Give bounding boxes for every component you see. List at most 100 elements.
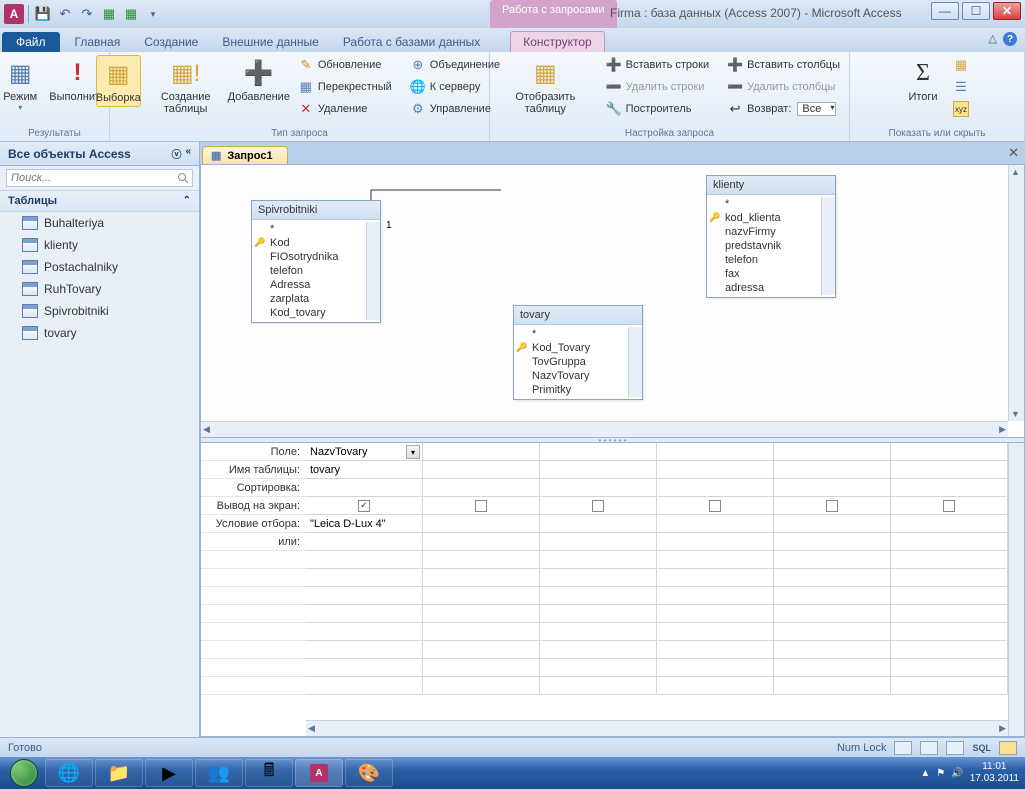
view-sql-icon[interactable]: SQL bbox=[972, 743, 991, 753]
select-query-button[interactable]: ▦Выборка bbox=[96, 55, 141, 107]
deletecols-button[interactable]: ➖Удалить столбцы bbox=[724, 77, 843, 97]
grid-cell[interactable] bbox=[540, 515, 657, 532]
grid-cell[interactable] bbox=[306, 641, 423, 658]
grid-cell[interactable] bbox=[306, 587, 423, 604]
show-checkbox[interactable]: ✓ bbox=[358, 500, 370, 512]
grid-cell[interactable] bbox=[423, 461, 540, 478]
ddl-button[interactable]: ⚙Управление bbox=[407, 99, 503, 119]
qat-more-icon[interactable]: ▾ bbox=[143, 4, 163, 24]
grid-cell[interactable] bbox=[540, 605, 657, 622]
grid-cell[interactable] bbox=[423, 533, 540, 550]
nav-item[interactable]: RuhTovary bbox=[0, 278, 199, 300]
search-input[interactable] bbox=[6, 169, 193, 187]
grid-cell[interactable] bbox=[657, 569, 774, 586]
grid-cell[interactable] bbox=[774, 497, 891, 514]
field-item[interactable]: * bbox=[514, 327, 628, 341]
view-design-icon[interactable] bbox=[999, 741, 1017, 755]
task-calc[interactable]: 🖩 bbox=[245, 759, 293, 787]
grid-cell[interactable] bbox=[423, 605, 540, 622]
tray-vol-icon[interactable]: 🔊 bbox=[951, 768, 963, 779]
nav-collapse-icon[interactable]: « bbox=[185, 146, 191, 161]
grid-cell[interactable] bbox=[423, 551, 540, 568]
minimize-button[interactable]: — bbox=[931, 2, 959, 20]
tab-home[interactable]: Главная bbox=[63, 32, 133, 52]
passthrough-button[interactable]: 🌐К серверу bbox=[407, 77, 503, 97]
maximize-button[interactable]: ☐ bbox=[962, 2, 990, 20]
qgrid-hscroll[interactable]: ◀▶ bbox=[306, 720, 1008, 736]
grid-cell[interactable] bbox=[306, 659, 423, 676]
nav-category-tables[interactable]: Таблицы⌃ bbox=[0, 191, 199, 212]
qat-redo-icon[interactable]: ↷ bbox=[77, 4, 97, 24]
nav-search[interactable] bbox=[0, 166, 199, 191]
grid-cell[interactable] bbox=[540, 569, 657, 586]
grid-cell[interactable] bbox=[774, 605, 891, 622]
grid-cell[interactable] bbox=[657, 587, 774, 604]
help-icon[interactable]: ? bbox=[1003, 32, 1017, 46]
minimize-ribbon-icon[interactable]: △ bbox=[989, 32, 997, 46]
show-checkbox[interactable] bbox=[475, 500, 487, 512]
field-item[interactable]: zarplata bbox=[252, 292, 366, 306]
table-box-tovary[interactable]: tovary *Kod_TovaryTovGruppaNazvTovaryPri… bbox=[513, 305, 643, 400]
grid-cell[interactable] bbox=[774, 533, 891, 550]
grid-cell[interactable] bbox=[657, 515, 774, 532]
field-item[interactable]: nazvFirmy bbox=[707, 225, 821, 239]
grid-cell[interactable] bbox=[657, 659, 774, 676]
grid-cell[interactable]: "Leica D-Lux 4" bbox=[306, 515, 423, 532]
maketable-button[interactable]: ▦!Создание таблицы bbox=[145, 55, 227, 117]
grid-cell[interactable] bbox=[423, 515, 540, 532]
grid-cell[interactable] bbox=[891, 569, 1008, 586]
grid-cell[interactable] bbox=[423, 569, 540, 586]
field-item[interactable]: telefon bbox=[252, 264, 366, 278]
task-ie[interactable]: 🌐 bbox=[45, 759, 93, 787]
grid-cell[interactable] bbox=[774, 551, 891, 568]
field-item[interactable]: kod_klienta bbox=[707, 211, 821, 225]
field-item[interactable]: Primitky bbox=[514, 383, 628, 397]
grid-cell[interactable] bbox=[423, 623, 540, 640]
grid-cell[interactable] bbox=[540, 461, 657, 478]
grid-cell[interactable] bbox=[540, 551, 657, 568]
grid-cell[interactable] bbox=[306, 677, 423, 694]
grid-cell[interactable] bbox=[423, 677, 540, 694]
qat-save-icon[interactable]: 💾 bbox=[33, 4, 53, 24]
delete-button[interactable]: ✕Удаление bbox=[295, 99, 395, 119]
insertrows-button[interactable]: ➕Вставить строки bbox=[603, 55, 712, 75]
grid-cell[interactable] bbox=[540, 677, 657, 694]
nav-header[interactable]: Все объекты Access ⓥ« bbox=[0, 142, 199, 166]
grid-cell[interactable] bbox=[657, 479, 774, 496]
grid-cell[interactable] bbox=[306, 569, 423, 586]
nav-item[interactable]: Spivrobitniki bbox=[0, 300, 199, 322]
qat-undo-icon[interactable]: ↶ bbox=[55, 4, 75, 24]
update-button[interactable]: ✎Обновление bbox=[295, 55, 395, 75]
grid-cell[interactable] bbox=[540, 587, 657, 604]
grid-cell[interactable] bbox=[891, 479, 1008, 496]
grid-cell[interactable] bbox=[423, 641, 540, 658]
grid-cell[interactable] bbox=[306, 479, 423, 496]
params-button[interactable]: ▦ bbox=[950, 55, 972, 75]
grid-cell[interactable] bbox=[423, 443, 540, 460]
grid-cell[interactable] bbox=[774, 659, 891, 676]
qat-btn4-icon[interactable]: ▦ bbox=[99, 4, 119, 24]
grid-cell[interactable] bbox=[891, 623, 1008, 640]
totals-button[interactable]: ΣИтоги bbox=[902, 55, 944, 105]
grid-cell[interactable] bbox=[306, 551, 423, 568]
crosstab-button[interactable]: ▦Перекрестный bbox=[295, 77, 395, 97]
qat-btn5-icon[interactable]: ▦ bbox=[121, 4, 141, 24]
grid-cell[interactable] bbox=[540, 479, 657, 496]
show-checkbox[interactable] bbox=[709, 500, 721, 512]
nav-item[interactable]: Buhalteriya bbox=[0, 212, 199, 234]
grid-cell[interactable] bbox=[891, 641, 1008, 658]
union-button[interactable]: ⊕Объединение bbox=[407, 55, 503, 75]
nav-item[interactable]: Postachalniky bbox=[0, 256, 199, 278]
grid-cell[interactable] bbox=[891, 497, 1008, 514]
grid-cell[interactable] bbox=[540, 443, 657, 460]
field-item[interactable]: NazvTovary bbox=[514, 369, 628, 383]
grid-cell[interactable] bbox=[774, 569, 891, 586]
grid-cell[interactable] bbox=[540, 659, 657, 676]
grid-cell[interactable] bbox=[657, 605, 774, 622]
table-box-klienty[interactable]: klienty *kod_klientanazvFirmypredstavnik… bbox=[706, 175, 836, 298]
grid-cell[interactable] bbox=[657, 551, 774, 568]
close-button[interactable]: ✕ bbox=[993, 2, 1021, 20]
grid-cell[interactable] bbox=[423, 497, 540, 514]
grid-cell[interactable] bbox=[774, 515, 891, 532]
grid-cell[interactable] bbox=[306, 533, 423, 550]
